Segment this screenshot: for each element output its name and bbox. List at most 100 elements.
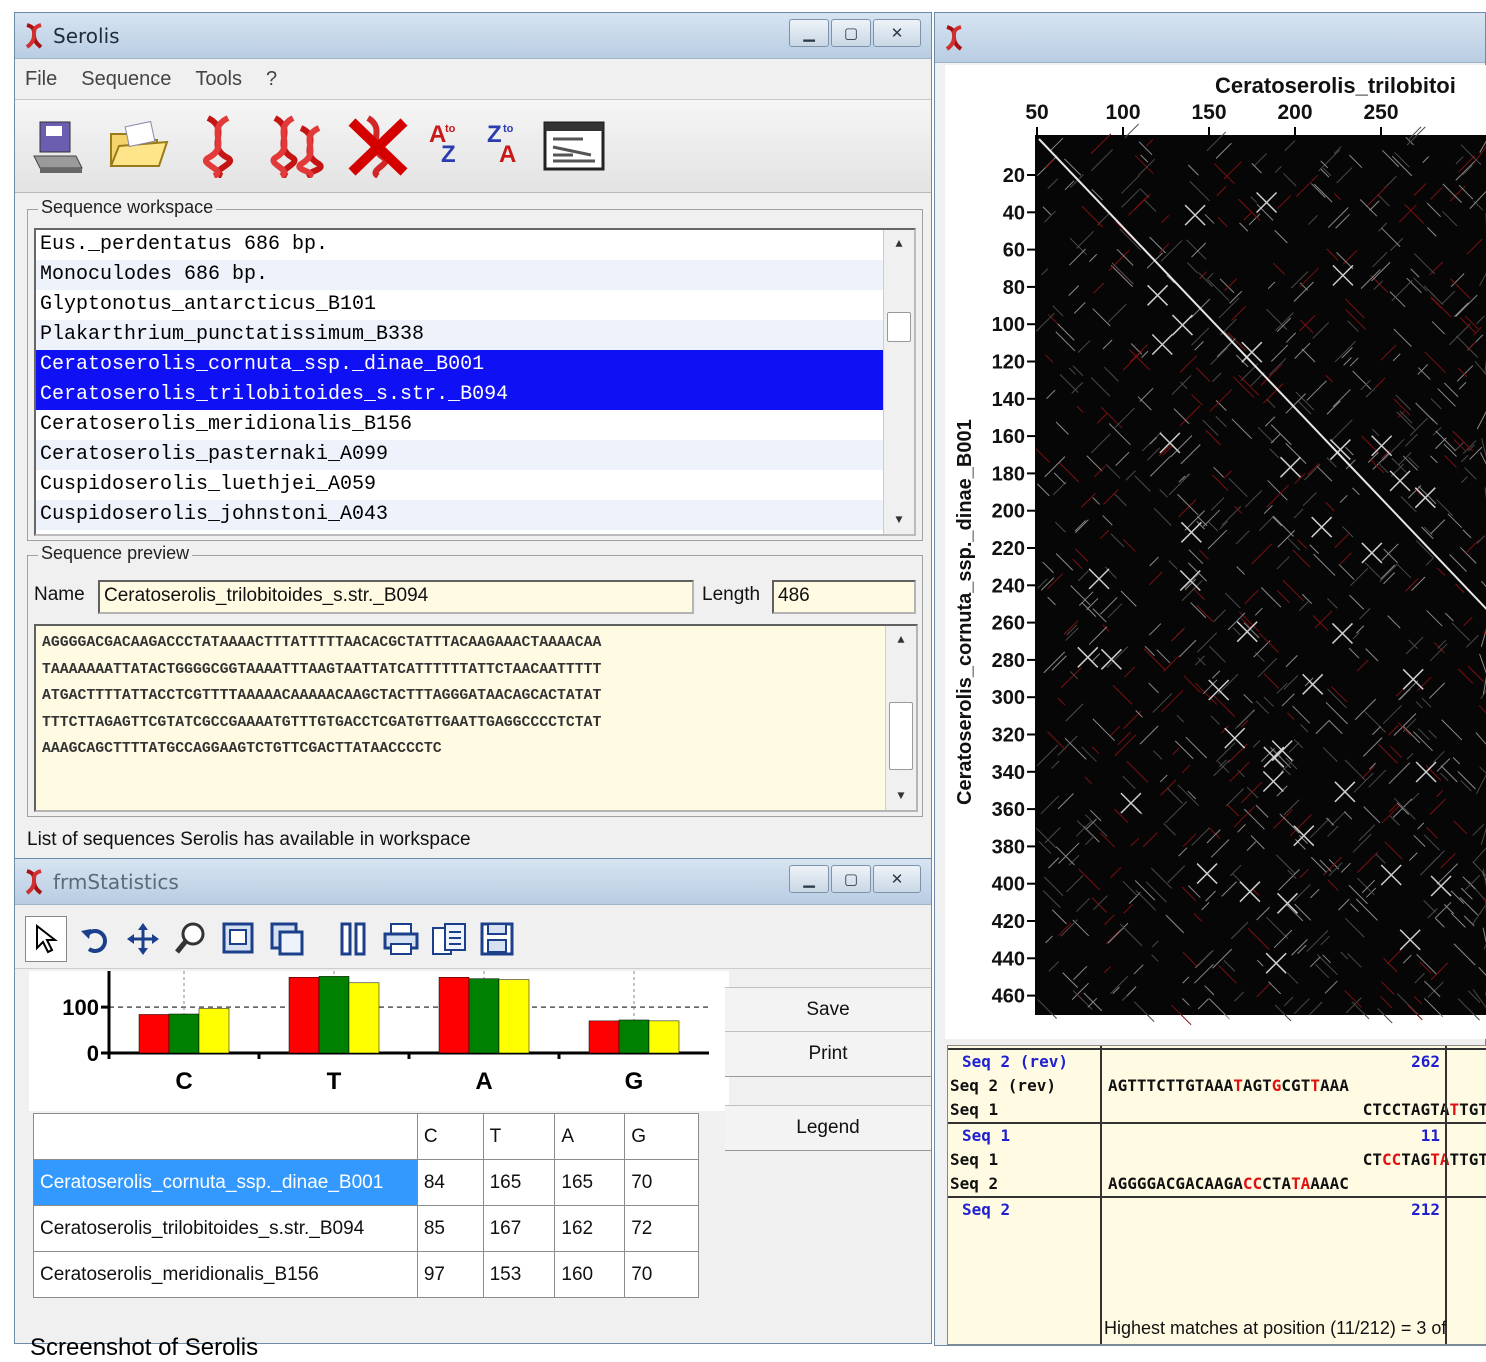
scroll-up-icon[interactable]: ▲ — [886, 626, 916, 654]
workspace-row[interactable]: Ceratoserolis_pasternaki_A099 — [36, 440, 914, 470]
y-tick-label: 320 — [992, 725, 1025, 747]
open-folder-icon[interactable] — [105, 111, 171, 181]
statistics-titlebar[interactable]: frmStatistics ▁ ▢ ✕ — [15, 859, 931, 905]
workspace-list[interactable]: Eus._perdentatus 686 bp. Monoculodes 686… — [34, 228, 916, 536]
cell-g[interactable]: 72 — [625, 1206, 699, 1252]
cell-a[interactable]: 160 — [555, 1252, 625, 1298]
legend-button[interactable]: Legend — [725, 1105, 931, 1151]
cell-a[interactable]: 162 — [555, 1206, 625, 1252]
table-header-name — [34, 1114, 418, 1160]
export-image-icon[interactable] — [219, 917, 259, 961]
dotplot-svg[interactable]: Ceratoserolis_trilobitoi Ceratoserolis_c… — [945, 65, 1486, 1039]
cell-t[interactable]: 153 — [483, 1252, 555, 1298]
save-button[interactable]: Save — [725, 987, 931, 1033]
sort-z-a-icon[interactable]: Z to A — [483, 111, 527, 181]
console-window-icon[interactable] — [541, 111, 607, 181]
x-tick-label: 50 — [1025, 101, 1048, 124]
save-disk-icon[interactable] — [25, 111, 91, 181]
table-header-c[interactable]: C — [417, 1114, 483, 1160]
dotplot-titlebar[interactable] — [935, 13, 1485, 63]
y-tick-label: 360 — [992, 799, 1025, 821]
maximize-button[interactable]: ▢ — [831, 865, 871, 893]
workspace-row[interactable]: Eus._perdentatus 686 bp. — [36, 230, 914, 260]
sort-za-bottom: A — [499, 141, 516, 169]
workspace-row[interactable]: Glyptonotus_antarcticus_B101 — [36, 290, 914, 320]
cell-c[interactable]: 84 — [417, 1160, 483, 1206]
print-button[interactable]: Print — [725, 1031, 931, 1077]
row-name[interactable]: Ceratoserolis_trilobitoides_s.str._B094 — [34, 1206, 418, 1252]
dotplot-panel: Ceratoserolis_trilobitoi Ceratoserolis_c… — [945, 65, 1486, 1039]
dna-double-icon[interactable] — [265, 111, 331, 181]
cell-t[interactable]: 167 — [483, 1206, 555, 1252]
scroll-up-icon[interactable]: ▲ — [884, 230, 914, 258]
cell-c[interactable]: 85 — [417, 1206, 483, 1252]
cell-a[interactable]: 165 — [555, 1160, 625, 1206]
workspace-row-selected[interactable]: Ceratoserolis_trilobitoides_s.str._B094 — [36, 380, 914, 410]
sort-za-mid: to — [503, 123, 513, 135]
alignment-label: Seq 2 (rev) — [950, 1076, 1056, 1095]
cell-g[interactable]: 70 — [625, 1252, 699, 1298]
dna-delete-icon[interactable] — [345, 111, 411, 181]
scroll-down-icon[interactable]: ▼ — [884, 506, 914, 534]
alignment-row: Seq 2212 — [948, 1196, 1486, 1222]
serolis-titlebar[interactable]: Serolis ▁ ▢ ✕ — [15, 13, 931, 59]
print-icon[interactable] — [381, 917, 421, 961]
preview-group: Sequence preview Name Ceratoserolis_tril… — [27, 555, 923, 817]
alignment-segment: AGTTTCTTGTAAA — [1108, 1076, 1233, 1095]
save-icon[interactable] — [477, 917, 517, 961]
move-icon[interactable] — [123, 917, 163, 961]
rotate-icon[interactable] — [75, 917, 115, 961]
workspace-row[interactable]: Cuspidoserolis_luethjei_A059 — [36, 470, 914, 500]
x-tick-label: 250 — [1363, 101, 1398, 124]
cell-c[interactable]: 97 — [417, 1252, 483, 1298]
cell-g[interactable]: 70 — [625, 1160, 699, 1206]
workspace-row[interactable]: Ceratoserolis_meridionalis_B156 — [36, 410, 914, 440]
workspace-row[interactable]: Plakarthrium_punctatissimum_B338 — [36, 320, 914, 350]
table-header-g[interactable]: G — [625, 1114, 699, 1160]
table-row[interactable]: Ceratoserolis_meridionalis_B156 97 153 1… — [34, 1252, 699, 1298]
name-field[interactable]: Ceratoserolis_trilobitoides_s.str._B094 — [98, 580, 694, 614]
copy-icon[interactable] — [429, 917, 469, 961]
menu-tools[interactable]: Tools — [195, 68, 242, 91]
menu-file[interactable]: File — [25, 68, 57, 91]
minimize-button[interactable]: ▁ — [789, 19, 829, 47]
row-name[interactable]: Ceratoserolis_meridionalis_B156 — [34, 1252, 418, 1298]
sequence-scrollbar[interactable]: ▲ ▼ — [885, 626, 916, 810]
x-tick-label: 200 — [1277, 101, 1312, 124]
close-button[interactable]: ✕ — [873, 19, 921, 47]
dna-icon[interactable] — [185, 111, 251, 181]
workspace-scrollbar[interactable]: ▲ ▼ — [883, 230, 914, 534]
close-button[interactable]: ✕ — [873, 865, 921, 893]
alignment-sequence: CTCCTAGTATTGT — [1363, 1100, 1486, 1119]
zoom-icon[interactable] — [171, 917, 211, 961]
maximize-button[interactable]: ▢ — [831, 19, 871, 47]
scroll-thumb[interactable] — [887, 312, 911, 342]
table-header-t[interactable]: T — [483, 1114, 555, 1160]
bar — [169, 1014, 199, 1053]
minimize-button[interactable]: ▁ — [789, 865, 829, 893]
row-name[interactable]: Ceratoserolis_cornuta_ssp._dinae_B001 — [34, 1160, 418, 1206]
sequence-text[interactable]: AGGGGACGACAAGACCCTATAAAACTTTATTTTTAACACG… — [34, 624, 918, 812]
workspace-row-selected[interactable]: Ceratoserolis_cornuta_ssp._dinae_B001 — [36, 350, 914, 380]
table-header-a[interactable]: A — [555, 1114, 625, 1160]
table-row[interactable]: Ceratoserolis_cornuta_ssp._dinae_B001 84… — [34, 1160, 699, 1206]
workspace-row[interactable]: Cuspidoserolis_johnstoni_A043 — [36, 500, 914, 530]
alignment-divider — [1445, 1046, 1447, 1344]
scroll-thumb[interactable] — [889, 702, 913, 770]
settings-icon[interactable] — [333, 917, 373, 961]
pointer-icon[interactable] — [25, 916, 67, 962]
workspace-row[interactable]: Monoculodes 686 bp. — [36, 260, 914, 290]
cell-t[interactable]: 165 — [483, 1160, 555, 1206]
alignment-segment: T — [1449, 1100, 1459, 1119]
y-tick-label: 440 — [992, 948, 1025, 970]
copy-image-icon[interactable] — [267, 917, 307, 961]
scroll-down-icon[interactable]: ▼ — [886, 782, 916, 810]
base-composition-chart: 0100CTAG — [29, 971, 729, 1111]
length-field[interactable]: 486 — [772, 580, 916, 614]
sort-a-z-icon[interactable]: A to Z — [425, 111, 469, 181]
menu-help[interactable]: ? — [266, 68, 277, 91]
y-tick-label: 280 — [992, 650, 1025, 672]
y-tick-label: 460 — [992, 986, 1025, 1008]
menu-sequence[interactable]: Sequence — [81, 68, 171, 91]
table-row[interactable]: Ceratoserolis_trilobitoides_s.str._B094 … — [34, 1206, 699, 1252]
